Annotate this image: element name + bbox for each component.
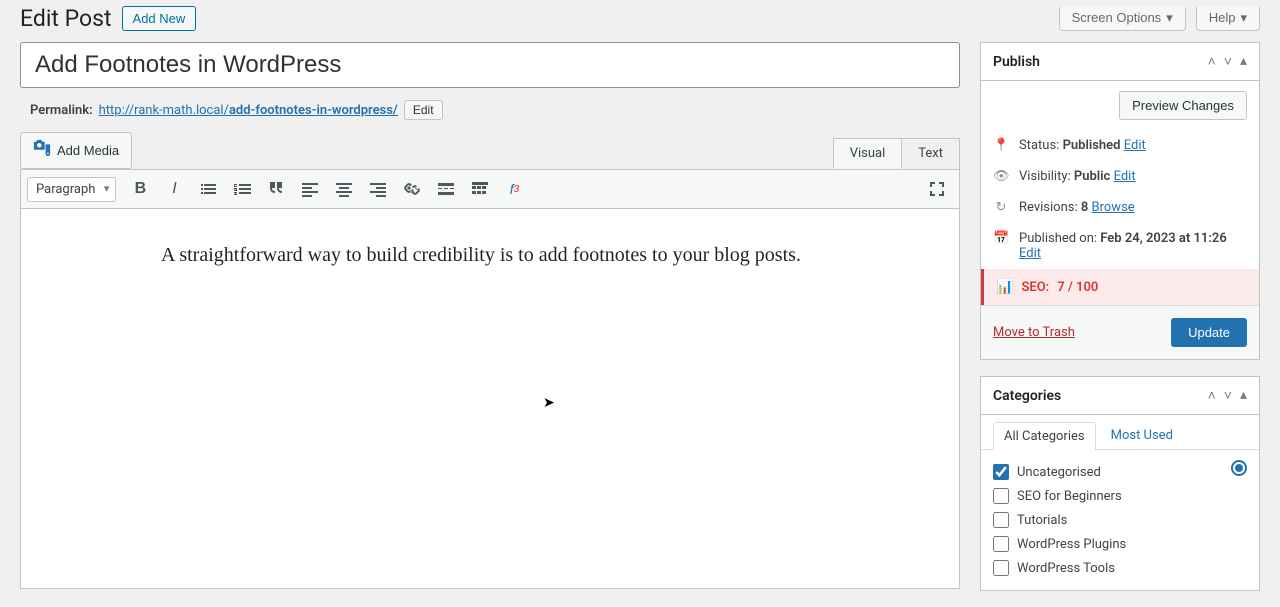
visibility-value: Public [1074, 169, 1110, 184]
visibility-label: Visibility: [1019, 169, 1071, 184]
toolbar-toggle-button[interactable] [464, 174, 496, 204]
chevron-down-icon: ▾ [1166, 10, 1173, 26]
add-media-label: Add Media [57, 143, 119, 158]
chevron-down-icon[interactable]: ˅ [1224, 387, 1232, 404]
chevron-down-icon[interactable]: ˅ [1224, 53, 1232, 70]
permalink-row: Permalink: http://rank-math.local/add-fo… [20, 96, 960, 132]
post-body-text: A straightforward way to build credibili… [161, 244, 801, 266]
post-title-input[interactable] [20, 42, 960, 88]
editor-content[interactable]: A straightforward way to build credibili… [20, 209, 960, 589]
italic-button[interactable]: I [158, 174, 190, 204]
tab-all-categories[interactable]: All Categories [993, 422, 1096, 450]
published-label: Published on: [1019, 231, 1097, 246]
align-left-button[interactable] [294, 174, 326, 204]
category-checkbox[interactable] [993, 512, 1009, 528]
category-checkbox[interactable] [993, 536, 1009, 552]
category-item[interactable]: Tutorials [993, 508, 1247, 532]
edit-visibility-link[interactable]: Edit [1114, 169, 1136, 184]
bold-button[interactable]: B [124, 174, 156, 204]
permalink-label: Permalink: [30, 103, 93, 118]
edit-permalink-button[interactable]: Edit [404, 100, 443, 120]
align-right-button[interactable] [362, 174, 394, 204]
media-icon [33, 139, 51, 162]
editor-toolbar: Paragraph B I f3 [20, 169, 960, 209]
category-label: WordPress Tools [1017, 561, 1115, 576]
footnote-button[interactable]: f3 [498, 174, 530, 204]
permalink-link[interactable]: http://rank-math.local/add-footnotes-in-… [99, 103, 398, 118]
page-title: Edit Post [20, 5, 112, 32]
help-label: Help [1209, 10, 1236, 25]
category-label: WordPress Plugins [1017, 537, 1126, 552]
categories-title: Categories [993, 388, 1061, 404]
caret-up-icon[interactable]: ▴ [1240, 53, 1247, 70]
bullet-list-button[interactable] [192, 174, 224, 204]
categories-metabox: Categories ˄ ˅ ▴ All Categories Most Use… [980, 376, 1260, 591]
screen-options-label: Screen Options [1072, 10, 1162, 25]
move-to-trash-link[interactable]: Move to Trash [993, 325, 1075, 340]
screen-options-button[interactable]: Screen Options ▾ [1059, 7, 1186, 31]
browse-revisions-link[interactable]: Browse [1092, 200, 1135, 215]
preview-changes-button[interactable]: Preview Changes [1119, 91, 1247, 120]
category-item[interactable]: WordPress Tools [993, 556, 1247, 580]
category-item[interactable]: SEO for Beginners [993, 484, 1247, 508]
fullscreen-button[interactable] [921, 174, 953, 204]
category-checkbox[interactable] [993, 464, 1009, 480]
seo-label: SEO: [1021, 280, 1049, 295]
chart-icon: 📊 [996, 279, 1013, 295]
quote-button[interactable] [260, 174, 292, 204]
chevron-up-icon[interactable]: ˄ [1208, 387, 1216, 404]
category-label: Uncategorised [1017, 465, 1101, 480]
eye-icon: 👁 [993, 169, 1009, 184]
status-label: Status: [1019, 138, 1059, 153]
category-label: Tutorials [1017, 513, 1067, 528]
revisions-icon: ↻ [993, 200, 1009, 215]
align-center-button[interactable] [328, 174, 360, 204]
chevron-down-icon: ▾ [1240, 10, 1247, 26]
publish-metabox: Publish ˄ ˅ ▴ Preview Changes 📍 Status: … [980, 42, 1260, 360]
tab-most-used[interactable]: Most Used [1100, 421, 1184, 449]
add-new-button[interactable]: Add New [122, 6, 197, 31]
permalink-base: http://rank-math.local/ [99, 103, 229, 118]
primary-category-radio[interactable] [1231, 460, 1247, 476]
edit-status-link[interactable]: Edit [1124, 138, 1146, 153]
published-value: Feb 24, 2023 at 11:26 [1100, 231, 1226, 246]
category-item[interactable]: WordPress Plugins [993, 532, 1247, 556]
pin-icon: 📍 [993, 138, 1009, 153]
category-checkbox[interactable] [993, 560, 1009, 576]
seo-score: 7 / 100 [1057, 280, 1098, 295]
update-button[interactable]: Update [1171, 318, 1247, 347]
tab-visual[interactable]: Visual [833, 138, 903, 169]
calendar-icon: 📅 [993, 231, 1009, 246]
edit-date-link[interactable]: Edit [1019, 246, 1041, 261]
seo-score-row[interactable]: 📊 SEO: 7 / 100 [981, 269, 1259, 305]
permalink-slug: add-footnotes-in-wordpress/ [229, 103, 398, 118]
number-list-button[interactable] [226, 174, 258, 204]
category-checkbox[interactable] [993, 488, 1009, 504]
status-value: Published [1063, 138, 1121, 153]
tab-text[interactable]: Text [901, 138, 960, 169]
revisions-value: 8 [1081, 200, 1088, 215]
category-label: SEO for Beginners [1017, 489, 1122, 504]
add-media-button[interactable]: Add Media [20, 132, 132, 169]
cursor-icon: ➤ [543, 393, 555, 415]
publish-title: Publish [993, 54, 1040, 70]
revisions-label: Revisions: [1019, 200, 1078, 215]
chevron-up-icon[interactable]: ˄ [1208, 53, 1216, 70]
category-item[interactable]: Uncategorised [993, 460, 1247, 484]
caret-up-icon[interactable]: ▴ [1240, 387, 1247, 404]
link-button[interactable] [396, 174, 428, 204]
readmore-button[interactable] [430, 174, 462, 204]
format-select[interactable]: Paragraph [27, 177, 116, 202]
help-button[interactable]: Help ▾ [1196, 7, 1260, 31]
